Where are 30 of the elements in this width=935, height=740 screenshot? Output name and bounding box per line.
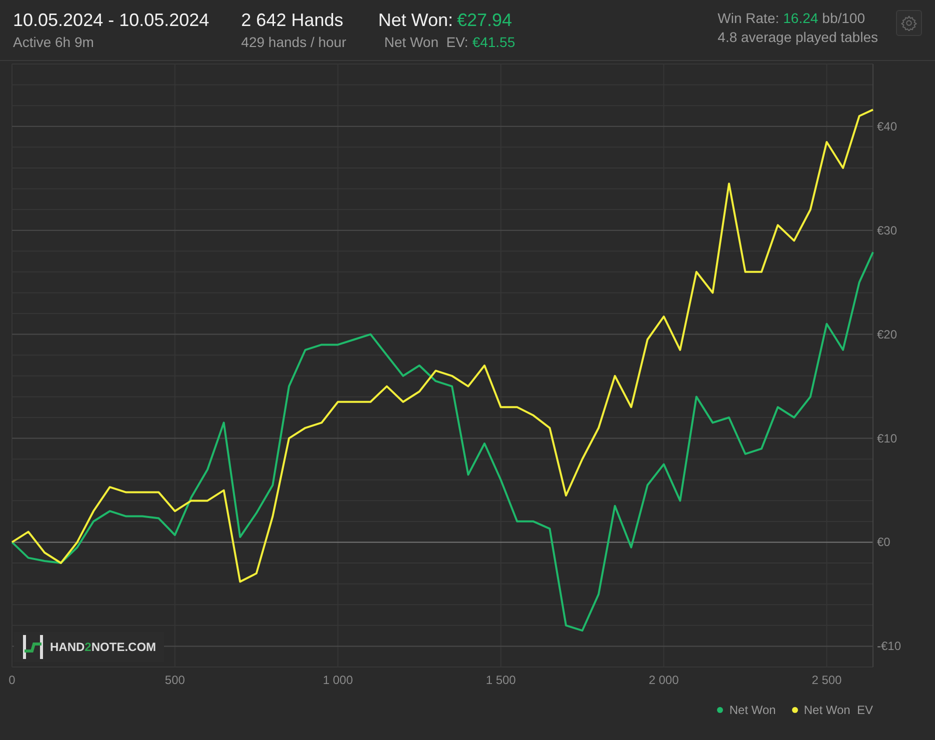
logo-text: HAND2NOTE.COM bbox=[50, 640, 156, 654]
legend-label[interactable]: Net Won bbox=[729, 703, 776, 717]
y-axis-label: €20 bbox=[877, 327, 898, 342]
win-rate-unit: bb/100 bbox=[822, 10, 865, 26]
x-axis-label: 2 000 bbox=[648, 673, 679, 687]
hands-count: 2 642 Hands bbox=[241, 10, 344, 31]
win-rate-label: Win Rate: bbox=[718, 10, 780, 26]
net-won-value: €27.94 bbox=[456, 10, 512, 31]
y-axis-label: €10 bbox=[877, 431, 898, 446]
x-axis-label: 0 bbox=[8, 673, 16, 687]
active-time: Active 6h 9m bbox=[13, 34, 95, 50]
x-axis-label: 1 000 bbox=[322, 673, 353, 687]
y-axis-label: -€10 bbox=[877, 639, 902, 654]
date-range: 10.05.2024 - 10.05.2024 bbox=[13, 10, 210, 31]
settings-icon bbox=[901, 15, 917, 31]
hands-per-hour: 429 hands / hour bbox=[241, 34, 346, 50]
y-axis-label: €40 bbox=[877, 119, 898, 134]
y-axis-label: €0 bbox=[877, 535, 890, 550]
net-won-ev-value: €41.55 bbox=[472, 34, 516, 50]
x-axis-label: 2 500 bbox=[812, 673, 842, 687]
y-axis-label: €30 bbox=[877, 223, 898, 238]
legend-label[interactable]: Net Won EV bbox=[804, 703, 873, 717]
settings-button[interactable] bbox=[896, 10, 922, 36]
average-tables: 4.8 average played tables bbox=[718, 29, 878, 45]
x-axis-label: 1 500 bbox=[486, 673, 516, 687]
win-rate-value: 16.24 bbox=[783, 10, 818, 26]
x-axis-label: 500 bbox=[164, 673, 185, 687]
logo-icon bbox=[22, 635, 44, 659]
net-won-ev-label: Net Won EV: bbox=[384, 34, 468, 50]
net-won-label: Net Won: bbox=[378, 10, 453, 31]
